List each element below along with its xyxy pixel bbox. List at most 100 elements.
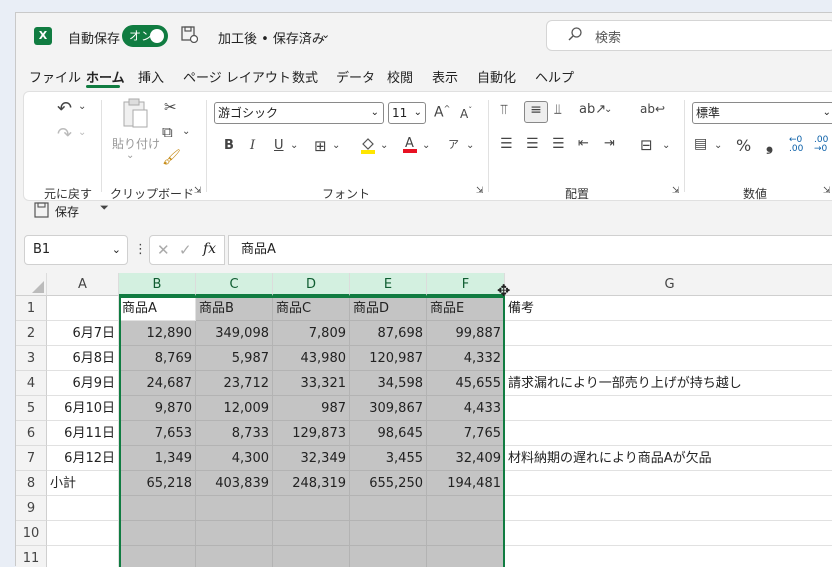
- cell-e3[interactable]: 120,987: [350, 346, 427, 371]
- font-name-select[interactable]: 游ゴシック ⌄: [214, 102, 384, 124]
- insert-function-button[interactable]: fx: [203, 241, 216, 257]
- percent-button[interactable]: %: [736, 136, 751, 155]
- tab-page-layout[interactable]: ページ レイアウト: [183, 67, 291, 86]
- paste-dropdown-icon[interactable]: ⌄: [126, 150, 134, 161]
- cell-f1[interactable]: 商品E: [427, 296, 505, 321]
- italic-button[interactable]: I: [250, 138, 255, 153]
- save-icon[interactable]: [34, 202, 50, 222]
- comma-style-button[interactable]: ❟: [766, 134, 773, 155]
- cell-b10[interactable]: [119, 521, 196, 546]
- phonetic-guide-icon[interactable]: ア: [448, 136, 459, 152]
- cell-g3[interactable]: [505, 346, 832, 371]
- cell-f4[interactable]: 45,655: [427, 371, 505, 396]
- cell-a7[interactable]: 6月12日: [47, 446, 119, 471]
- cancel-icon[interactable]: ✕: [157, 241, 170, 259]
- cell-b2[interactable]: 12,890: [119, 321, 196, 346]
- align-right-icon[interactable]: ☰: [552, 136, 565, 152]
- redo-icon[interactable]: ↷: [57, 124, 72, 145]
- cell-b9[interactable]: [119, 496, 196, 521]
- cell-a11[interactable]: [47, 546, 119, 567]
- cell-e10[interactable]: [350, 521, 427, 546]
- cell-b1[interactable]: 商品A: [119, 296, 196, 321]
- column-header-d[interactable]: D: [273, 273, 350, 296]
- cell-g9[interactable]: [505, 496, 832, 521]
- row-header-7[interactable]: 7: [16, 446, 47, 471]
- cell-d3[interactable]: 43,980: [273, 346, 350, 371]
- worksheet-grid[interactable]: A B C D E F G 1 商品A 商品B 商品C 商品D 商品E 備考 2 6月7日 12,890 349,…: [16, 273, 832, 567]
- cell-e9[interactable]: [350, 496, 427, 521]
- cell-b4[interactable]: 24,687: [119, 371, 196, 396]
- save-button[interactable]: 保存: [55, 203, 79, 220]
- cell-e5[interactable]: 309,867: [350, 396, 427, 421]
- tab-formulas[interactable]: 数式: [292, 67, 318, 86]
- cell-c1[interactable]: 商品B: [196, 296, 273, 321]
- cell-f2[interactable]: 99,887: [427, 321, 505, 346]
- cell-a8[interactable]: 小計: [47, 471, 119, 496]
- cell-a1[interactable]: [47, 296, 119, 321]
- increase-font-icon[interactable]: A^: [434, 104, 450, 121]
- column-header-f[interactable]: F: [427, 273, 505, 296]
- fill-color-dropdown-icon[interactable]: ⌄: [380, 140, 388, 151]
- increase-indent-icon[interactable]: ⇥: [604, 136, 615, 151]
- cell-c6[interactable]: 8,733: [196, 421, 273, 446]
- cell-g11[interactable]: [505, 546, 832, 567]
- decrease-font-icon[interactable]: Aˇ: [460, 106, 472, 121]
- autosave-toggle[interactable]: オン: [122, 25, 168, 47]
- cell-a2[interactable]: 6月7日: [47, 321, 119, 346]
- column-header-a[interactable]: A: [47, 273, 119, 296]
- font-color-icon[interactable]: A: [402, 134, 418, 158]
- name-box[interactable]: B1 ⌄: [24, 235, 128, 265]
- column-header-b[interactable]: B: [119, 273, 196, 296]
- cell-a4[interactable]: 6月9日: [47, 371, 119, 396]
- align-left-icon[interactable]: ☰: [500, 136, 513, 152]
- cell-c8[interactable]: 403,839: [196, 471, 273, 496]
- cell-c4[interactable]: 23,712: [196, 371, 273, 396]
- number-format-select[interactable]: 標準 ⌄: [692, 102, 832, 124]
- chevron-down-icon[interactable]: ⌄: [321, 28, 330, 41]
- customize-qat-icon[interactable]: ⏷: [100, 201, 109, 215]
- fill-color-icon[interactable]: [360, 136, 376, 158]
- copy-dropdown-icon[interactable]: ⌄: [182, 126, 190, 137]
- merge-center-icon[interactable]: ⊟: [640, 136, 653, 154]
- row-header-6[interactable]: 6: [16, 421, 47, 446]
- cell-a9[interactable]: [47, 496, 119, 521]
- cell-g6[interactable]: [505, 421, 832, 446]
- cell-e7[interactable]: 3,455: [350, 446, 427, 471]
- cell-b7[interactable]: 1,349: [119, 446, 196, 471]
- cell-b5[interactable]: 9,870: [119, 396, 196, 421]
- orientation-icon[interactable]: ab↗: [579, 102, 606, 117]
- tab-review[interactable]: 校閲: [387, 67, 413, 86]
- orientation-dropdown-icon[interactable]: ⌄: [604, 104, 612, 115]
- cell-c3[interactable]: 5,987: [196, 346, 273, 371]
- cell-d8[interactable]: 248,319: [273, 471, 350, 496]
- currency-format-icon[interactable]: ▤: [694, 136, 707, 152]
- cell-e8[interactable]: 655,250: [350, 471, 427, 496]
- cell-g1[interactable]: 備考: [505, 296, 832, 321]
- format-painter-icon[interactable]: 🖌: [162, 148, 181, 166]
- cell-d6[interactable]: 129,873: [273, 421, 350, 446]
- decrease-indent-icon[interactable]: ⇤: [578, 136, 589, 151]
- cell-d2[interactable]: 7,809: [273, 321, 350, 346]
- cell-g4[interactable]: 請求漏れにより一部売り上げが持ち越し: [505, 371, 832, 396]
- cell-g10[interactable]: [505, 521, 832, 546]
- cell-e6[interactable]: 98,645: [350, 421, 427, 446]
- paste-icon[interactable]: [121, 98, 149, 134]
- tab-automate[interactable]: 自動化: [477, 67, 516, 86]
- merge-dropdown-icon[interactable]: ⌄: [662, 140, 670, 151]
- cell-d4[interactable]: 33,321: [273, 371, 350, 396]
- row-header-4[interactable]: 4: [16, 371, 47, 396]
- cell-d7[interactable]: 32,349: [273, 446, 350, 471]
- decrease-decimal-icon[interactable]: .00 →0: [814, 136, 828, 154]
- border-dropdown-icon[interactable]: ⌄: [332, 140, 340, 151]
- enter-icon[interactable]: ✓: [179, 241, 192, 259]
- cell-e1[interactable]: 商品D: [350, 296, 427, 321]
- cell-b3[interactable]: 8,769: [119, 346, 196, 371]
- row-header-5[interactable]: 5: [16, 396, 47, 421]
- undo-icon[interactable]: ↶: [57, 98, 72, 119]
- phonetic-dropdown-icon[interactable]: ⌄: [466, 140, 474, 151]
- column-header-c[interactable]: C: [196, 273, 273, 296]
- tab-file[interactable]: ファイル: [29, 67, 81, 86]
- save-status-icon[interactable]: [180, 25, 199, 47]
- column-header-e[interactable]: E: [350, 273, 427, 296]
- cell-c2[interactable]: 349,098: [196, 321, 273, 346]
